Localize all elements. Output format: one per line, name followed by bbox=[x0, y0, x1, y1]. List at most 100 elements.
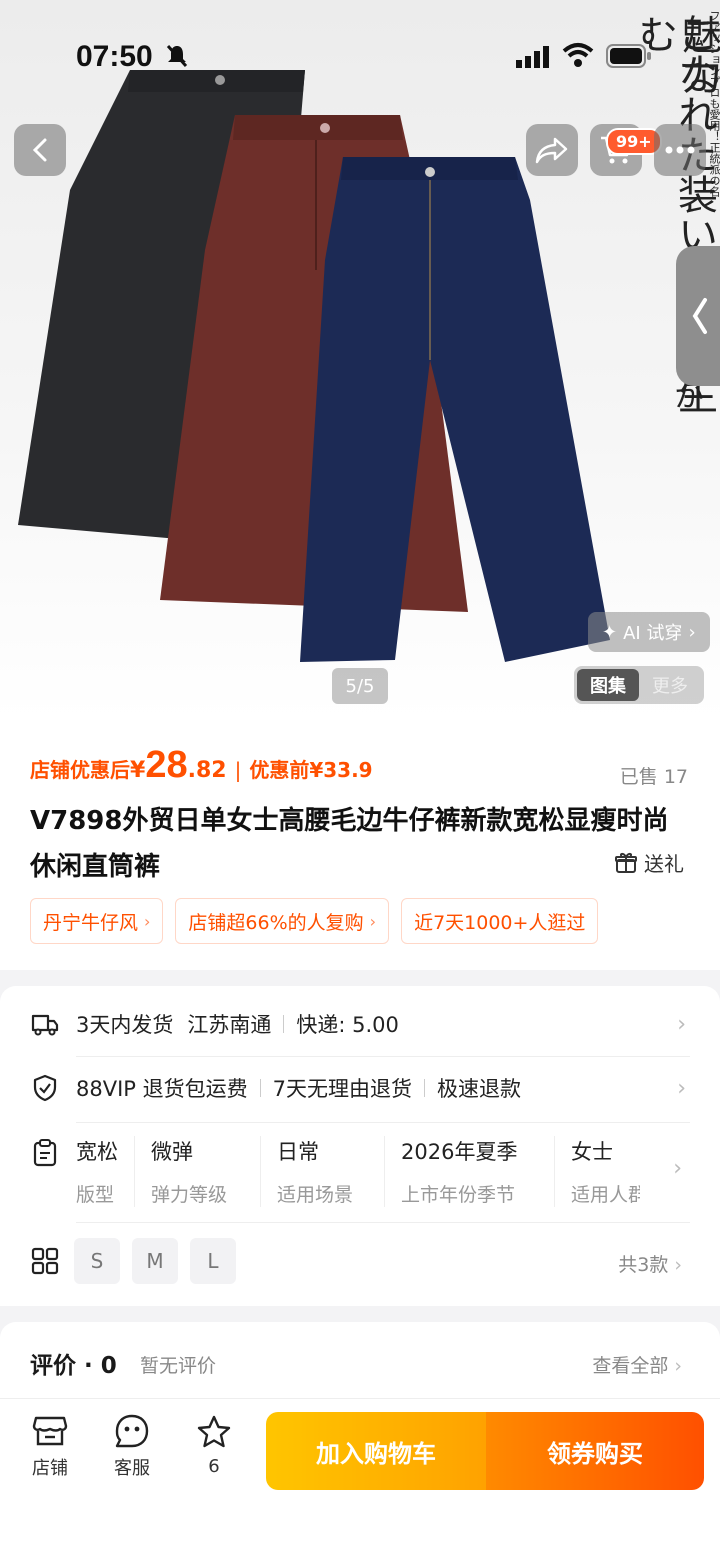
sku-count[interactable]: 共3款 › bbox=[618, 1250, 682, 1277]
attribute-value: 日常 bbox=[277, 1140, 319, 1164]
chevron-right-icon: › bbox=[677, 1075, 686, 1101]
attribute-item: 日常 适用场景 bbox=[260, 1136, 384, 1207]
review-title: 评价 · 0 bbox=[30, 1353, 117, 1379]
tag-chip[interactable]: 近7天1000+人逛过 bbox=[401, 898, 599, 944]
price-separator: | bbox=[234, 758, 242, 782]
ship-days: 3天内发货 bbox=[76, 1013, 174, 1037]
more-dots-icon bbox=[665, 146, 695, 154]
tag-label: 店铺超66%的人复购 bbox=[188, 911, 364, 934]
tag-label: 近7天1000+人逛过 bbox=[414, 911, 586, 934]
divider bbox=[424, 1079, 425, 1097]
price-label: 店铺优惠后 bbox=[30, 758, 130, 782]
share-button[interactable] bbox=[526, 124, 578, 176]
attribute-value: 2026年夏季 bbox=[401, 1140, 518, 1164]
share-icon bbox=[535, 137, 568, 164]
divider bbox=[76, 1122, 690, 1123]
ship-express: 快递: 5.00 bbox=[296, 1013, 399, 1037]
chevron-right-icon: › bbox=[673, 1156, 682, 1181]
attribute-value: 宽松 bbox=[76, 1140, 118, 1164]
returns-row[interactable]: 88VIP 退货包运费 7天无理由退货 极速退款 › bbox=[30, 1068, 690, 1108]
star-icon bbox=[197, 1415, 231, 1448]
back-button[interactable] bbox=[14, 124, 66, 176]
status-bar: 07:50 bbox=[0, 0, 720, 110]
gift-button[interactable]: 送礼 bbox=[614, 848, 684, 877]
divider bbox=[259, 1079, 261, 1097]
battery-icon bbox=[606, 44, 651, 68]
product-image-carousel[interactable]: 「トラッドコート」の魅力 こなれた装いに差を生む か ファッションプロも愛用！正… bbox=[0, 0, 720, 720]
divider bbox=[76, 1222, 690, 1223]
view-all-reviews[interactable]: 查看全部 › bbox=[592, 1351, 682, 1378]
favorite-count: 6 bbox=[208, 1456, 220, 1477]
status-time: 07:50 bbox=[76, 40, 153, 73]
tab-more[interactable]: 更多 bbox=[639, 669, 701, 701]
more-button[interactable] bbox=[654, 124, 706, 176]
chevron-left-icon bbox=[32, 138, 47, 162]
attribute-key: 适用人群 bbox=[571, 1184, 640, 1206]
gallery-tabs: 图集 更多 bbox=[574, 666, 704, 704]
chevron-left-icon bbox=[692, 298, 707, 334]
chevron-right-icon: › bbox=[674, 1254, 682, 1276]
attribute-value: 女士 bbox=[571, 1140, 613, 1164]
attribute-key: 上市年份季节 bbox=[401, 1184, 516, 1206]
size-option[interactable]: M bbox=[132, 1238, 178, 1284]
sold-count: 已售 17 bbox=[619, 766, 688, 788]
size-options: S M L bbox=[74, 1238, 236, 1284]
grid-icon bbox=[30, 1246, 60, 1276]
attribute-key: 适用场景 bbox=[277, 1184, 354, 1206]
customer-service-button[interactable]: 客服 bbox=[102, 1414, 162, 1480]
shield-check-icon bbox=[30, 1073, 60, 1103]
side-drawer-tab[interactable] bbox=[676, 246, 720, 386]
attributes-row[interactable]: 宽松版型 微弹 弹力等级 日常适用场景 2026年夏季 上市年份季节 女士适用人群 bbox=[76, 1136, 640, 1207]
truck-icon bbox=[30, 1009, 60, 1039]
chevron-right-icon: › bbox=[674, 1355, 682, 1377]
store-label: 店铺 bbox=[32, 1458, 68, 1479]
chevron-right-icon: › bbox=[677, 1011, 686, 1037]
sku-count-label: 共3款 bbox=[618, 1254, 669, 1276]
store-icon bbox=[32, 1416, 68, 1446]
return-fast-refund: 极速退款 bbox=[437, 1077, 521, 1101]
tag-chip[interactable]: 店铺超66%的人复购 › bbox=[175, 898, 390, 944]
tag-label: 丹宁牛仔风 bbox=[43, 911, 139, 934]
tag-chip[interactable]: 丹宁牛仔风 › bbox=[30, 898, 164, 944]
product-title: V7898外贸日单女士高腰毛边牛仔裤新款宽松显瘦时尚休闲直筒裤 bbox=[30, 806, 669, 882]
signal-icon bbox=[516, 46, 549, 68]
shipping-row[interactable]: 3天内发货 江苏南通 快递: 5.00 › bbox=[30, 1004, 690, 1044]
view-all-label: 查看全部 bbox=[592, 1355, 669, 1377]
return-88vip: 88VIP 退货包运费 bbox=[76, 1077, 248, 1101]
divider bbox=[283, 1015, 285, 1033]
buy-with-coupon-button[interactable]: 领券购买 bbox=[486, 1412, 704, 1490]
page-indicator: 5/5 bbox=[332, 668, 388, 704]
price-decimal: .82 bbox=[187, 758, 227, 783]
chevron-right-icon: › bbox=[144, 911, 151, 931]
attribute-item: 女士 适用人群 bbox=[554, 1136, 640, 1207]
cta-group: 加入购物车 领券购买 bbox=[266, 1412, 704, 1490]
gift-label: 送礼 bbox=[644, 852, 684, 876]
attribute-key: 弹力等级 bbox=[151, 1184, 228, 1206]
return-7day: 7天无理由退货 bbox=[272, 1077, 412, 1101]
gift-icon bbox=[615, 852, 637, 873]
wifi-icon bbox=[562, 43, 594, 67]
price-row: 店铺优惠后 ¥ 28 .82 | 优惠前¥33.9 bbox=[30, 744, 373, 787]
ai-try-on-button[interactable]: ✦ AI 试穿 › bbox=[588, 612, 710, 652]
silent-bell-icon bbox=[166, 44, 188, 68]
add-to-cart-button[interactable]: 加入购物车 bbox=[266, 1412, 486, 1490]
size-option[interactable]: S bbox=[74, 1238, 120, 1284]
favorite-button[interactable]: 6 bbox=[184, 1414, 244, 1477]
attribute-key: 版型 bbox=[76, 1184, 115, 1206]
tab-gallery[interactable]: 图集 bbox=[577, 669, 639, 701]
review-subtitle: 暂无评价 bbox=[140, 1355, 217, 1377]
size-option[interactable]: L bbox=[190, 1238, 236, 1284]
divider bbox=[76, 1056, 690, 1057]
attribute-item: 宽松 版型 bbox=[76, 1136, 134, 1207]
chevron-right-icon: › bbox=[369, 911, 377, 931]
attribute-item: 2026年夏季 上市年份季节 bbox=[384, 1136, 554, 1207]
store-button[interactable]: 店铺 bbox=[20, 1414, 80, 1480]
chevron-right-icon: › bbox=[688, 621, 696, 643]
chat-face-icon bbox=[115, 1414, 149, 1448]
ship-origin: 江苏南通 bbox=[187, 1013, 272, 1037]
original-price: 优惠前¥33.9 bbox=[249, 758, 373, 782]
clipboard-icon bbox=[30, 1138, 60, 1168]
customer-service-label: 客服 bbox=[114, 1458, 150, 1479]
price-integer: 28 bbox=[145, 744, 188, 786]
attribute-item: 微弹 弹力等级 bbox=[134, 1136, 260, 1207]
